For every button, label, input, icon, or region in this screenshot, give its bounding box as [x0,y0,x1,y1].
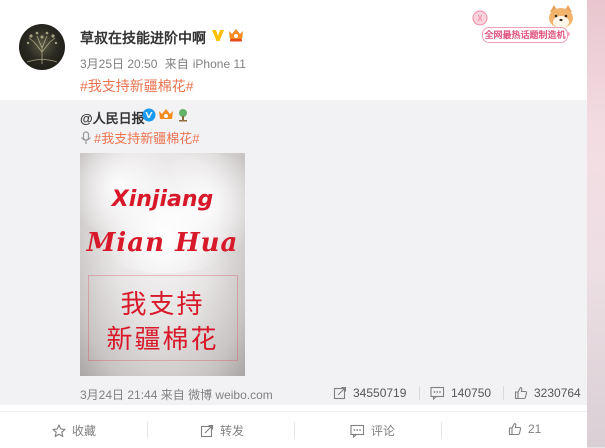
like-count-stat[interactable]: 3230764 [503,386,581,400]
verified-v-icon [212,30,224,41]
vip-crown-icon [229,29,243,42]
image-text-xinjiang: Xinjiang [111,187,214,212]
forward-button[interactable]: 转发 [200,422,244,439]
repost-username[interactable]: @人民日报 [80,108,145,127]
post-meta: 3月25日 20:50 来自 iPhone 11 [80,55,250,72]
like-button[interactable]: 21 [508,422,541,436]
promo-label: 全网最热话题制造机 [482,27,568,43]
thumbs-up-icon [508,422,522,436]
action-bar: 收藏 转发 评论 21 [0,411,587,448]
repost-source[interactable]: 微博 weibo.com [188,388,273,402]
comment-count: 140750 [451,386,492,400]
action-divider [147,422,148,438]
favorite-button[interactable]: 收藏 [52,422,96,439]
comment-icon [430,386,445,401]
action-divider [441,422,442,438]
avatar[interactable] [19,24,65,70]
stat-divider [503,386,504,400]
comment-count-stat[interactable]: 140750 [419,386,492,401]
comment-icon [350,424,365,439]
star-icon [52,424,66,438]
microphone-icon [81,131,91,144]
repost-count: 34550719 [353,386,407,400]
like-count: 3230764 [534,386,581,400]
action-divider [294,422,295,438]
forward-icon [333,386,347,400]
repost-vip-crown-icon [159,109,173,119]
repost-hashtag-link[interactable]: #我支持新疆棉花# [94,131,199,146]
image-text-support: 我支持 [120,289,205,319]
post-device: iPhone 11 [192,57,246,71]
repost-date[interactable]: 3月24日 21:44 [80,388,157,402]
forward-label: 转发 [220,424,245,438]
stat-divider [419,386,420,400]
post-hashtag-link[interactable]: #我支持新疆棉花# [80,76,194,96]
repost-hashtag-row: #我支持新疆棉花# [80,128,199,147]
post-via-label: 来自 [164,57,189,71]
green-tree-icon [179,109,187,122]
comment-label: 评论 [371,424,396,438]
forward-icon [200,424,214,438]
post-date[interactable]: 3月25日 20:50 [80,57,157,71]
comment-button[interactable]: 评论 [350,422,395,439]
thumbs-up-icon [514,386,528,400]
promo-banner[interactable]: 全网最热话题制造机 [468,4,580,44]
favorite-label: 收藏 [72,424,97,438]
image-text-cotton: 新疆棉花 [106,324,219,354]
page-background [585,0,605,447]
repost-via-label: 来自 [160,388,185,402]
repost-meta: 3月24日 21:44 来自 微博 weibo.com [80,386,273,403]
avatar-tree-icon [26,31,58,64]
like-label: 21 [528,422,542,436]
blue-verified-icon [142,108,156,122]
post-username[interactable]: 草叔在技能进阶中啊 [80,28,206,48]
repost-count-stat[interactable]: 34550719 [333,386,406,400]
image-text-mianhua: Mian Hua [86,228,239,258]
repost-image[interactable]: Xinjiang Mian Hua 我支持 新疆棉花 [80,153,245,376]
weibo-card: 草叔在技能进阶中啊 3月25日 20:50 来自 iPhone 11 #我支持新疆… [0,0,587,448]
